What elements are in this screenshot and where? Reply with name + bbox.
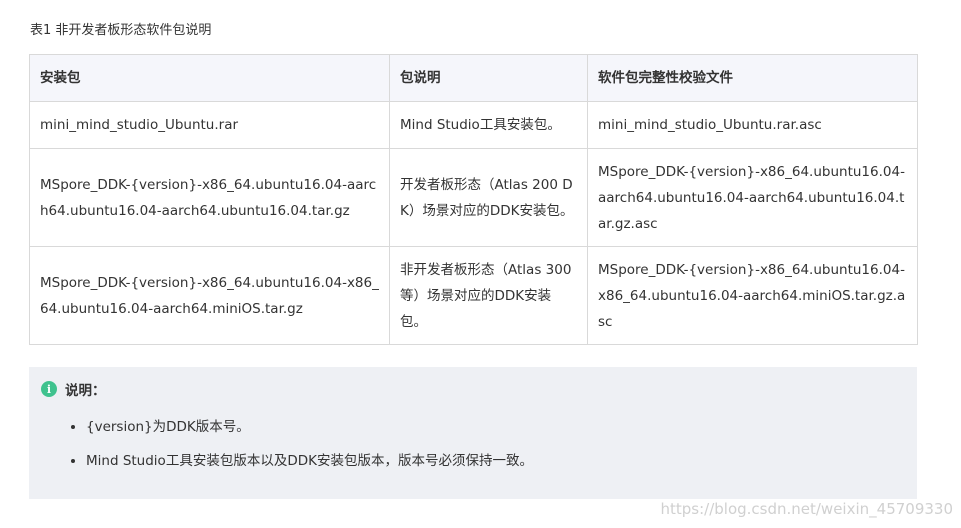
- table-row: MSpore_DDK-{version}-x86_64.ubuntu16.04-…: [29, 148, 918, 247]
- list-item: Mind Studio工具安装包版本以及DDK安装包版本，版本号必须保持一致。: [86, 451, 533, 471]
- note-header: i 说明：: [41, 379, 106, 399]
- cell-checksum-file: MSpore_DDK-{version}-x86_64.ubuntu16.04-…: [587, 246, 918, 345]
- table-caption: 表1 非开发者板形态软件包说明: [30, 23, 212, 38]
- header-checksum-file: 软件包完整性校验文件: [587, 54, 918, 102]
- table-row: mini_mind_studio_Ubuntu.rar Mind Studio工…: [29, 101, 918, 149]
- watermark: https://blog.csdn.net/weixin_45709330: [660, 500, 953, 518]
- table-row: MSpore_DDK-{version}-x86_64.ubuntu16.04-…: [29, 246, 918, 345]
- cell-package: MSpore_DDK-{version}-x86_64.ubuntu16.04-…: [29, 148, 390, 247]
- cell-description: 开发者板形态（Atlas 200 DK）场景对应的DDK安装包。: [389, 148, 588, 247]
- package-table: 安装包 包说明 软件包完整性校验文件 mini_mind_studio_Ubun…: [29, 54, 918, 345]
- cell-description: 非开发者板形态（Atlas 300等）场景对应的DDK安装包。: [389, 246, 588, 345]
- note-list: {version}为DDK版本号。 Mind Studio工具安装包版本以及DD…: [69, 417, 533, 485]
- header-package: 安装包: [29, 54, 390, 102]
- info-icon: i: [41, 381, 57, 397]
- cell-checksum-file: MSpore_DDK-{version}-x86_64.ubuntu16.04-…: [587, 148, 918, 247]
- cell-checksum-file: mini_mind_studio_Ubuntu.rar.asc: [587, 101, 918, 149]
- note-box: i 说明： {version}为DDK版本号。 Mind Studio工具安装包…: [29, 367, 917, 499]
- header-description: 包说明: [389, 54, 588, 102]
- cell-package: MSpore_DDK-{version}-x86_64.ubuntu16.04-…: [29, 246, 390, 345]
- note-title: 说明：: [65, 383, 106, 399]
- cell-package: mini_mind_studio_Ubuntu.rar: [29, 101, 390, 149]
- cell-description: Mind Studio工具安装包。: [389, 101, 588, 149]
- list-item: {version}为DDK版本号。: [86, 417, 533, 437]
- table-header-row: 安装包 包说明 软件包完整性校验文件: [29, 54, 918, 102]
